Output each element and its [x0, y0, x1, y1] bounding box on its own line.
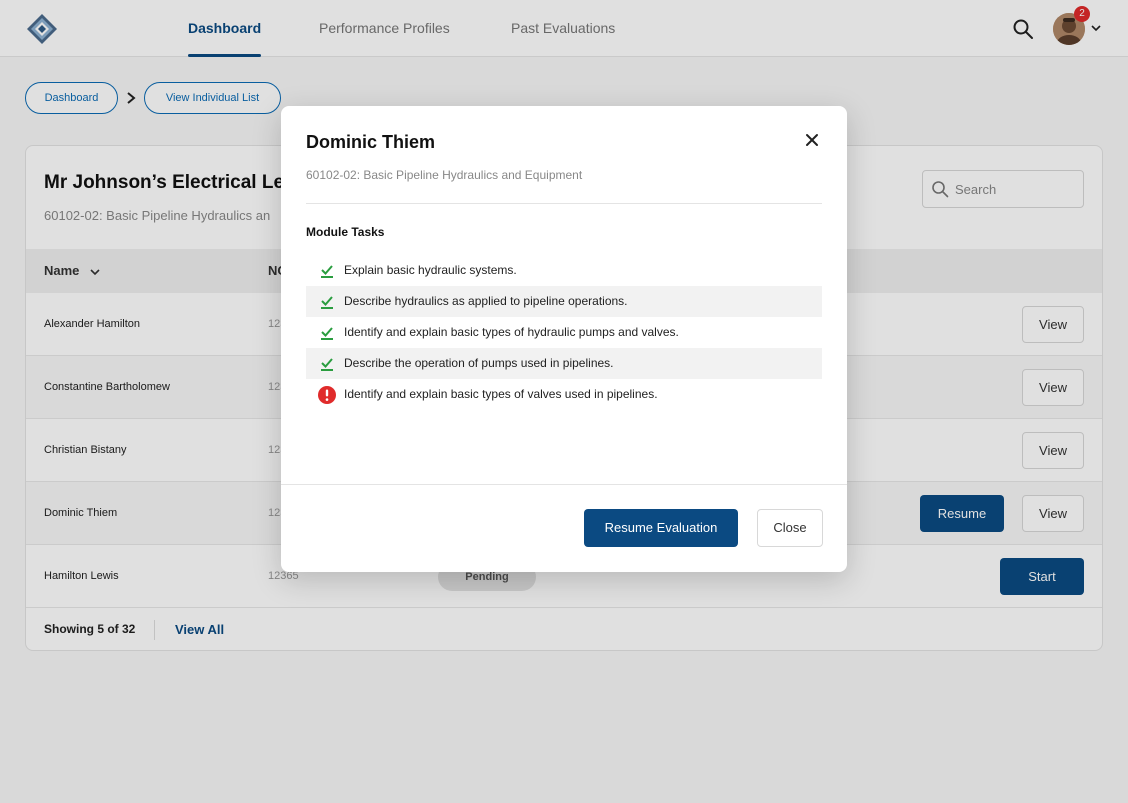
task-item: Describe the operation of pumps used in … — [306, 348, 822, 379]
resume-evaluation-button[interactable]: Resume Evaluation — [584, 509, 738, 547]
modal-subtitle: 60102-02: Basic Pipeline Hydraulics and … — [306, 168, 583, 182]
task-text: Describe hydraulics as applied to pipeli… — [344, 294, 628, 308]
modal-title: Dominic Thiem — [306, 132, 436, 152]
task-text: Identify and explain basic types of valv… — [344, 387, 658, 401]
task-item: Describe hydraulics as applied to pipeli… — [306, 286, 822, 317]
module-tasks-modal: Dominic Thiem 60102-02: Basic Pipeline H… — [281, 106, 847, 572]
modal-divider — [306, 203, 822, 204]
task-text: Explain basic hydraulic systems. — [344, 263, 517, 277]
close-button[interactable]: Close — [757, 509, 823, 547]
close-icon[interactable] — [804, 132, 820, 148]
task-item: Explain basic hydraulic systems. — [306, 255, 822, 286]
task-text: Identify and explain basic types of hydr… — [344, 325, 679, 339]
check-icon — [321, 358, 333, 371]
task-item: Identify and explain basic types of valv… — [306, 379, 822, 410]
check-icon — [321, 296, 333, 309]
check-icon — [321, 327, 333, 340]
task-text: Describe the operation of pumps used in … — [344, 356, 614, 370]
module-tasks-heading: Module Tasks — [306, 225, 385, 239]
task-item: Identify and explain basic types of hydr… — [306, 317, 822, 348]
check-icon — [321, 265, 333, 278]
alert-icon — [318, 386, 336, 404]
modal-footer-divider — [281, 484, 847, 485]
